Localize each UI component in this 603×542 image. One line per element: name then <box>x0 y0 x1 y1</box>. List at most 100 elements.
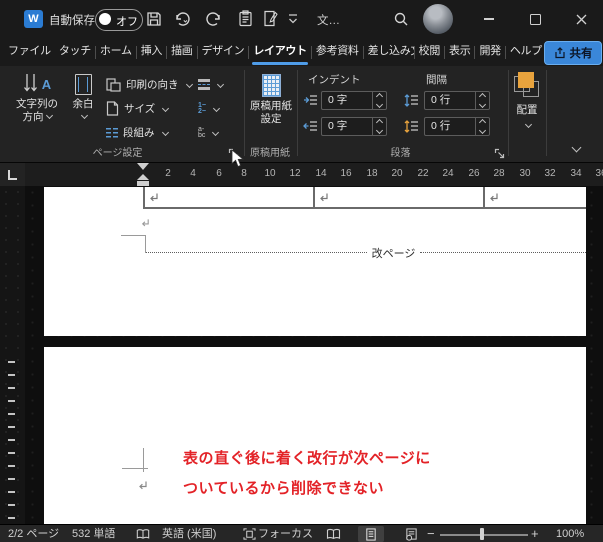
spacing-section-label: 間隔 <box>426 74 447 86</box>
share-button[interactable]: 共有 <box>544 41 602 65</box>
orientation-button[interactable]: 印刷の向き <box>106 74 193 95</box>
tab-touch[interactable]: タッチ <box>55 38 95 66</box>
tab-developer[interactable]: 開発 <box>475 38 504 66</box>
indent-left-spinner[interactable]: 0 字 <box>321 91 387 110</box>
tab-layout[interactable]: レイアウト <box>249 38 311 66</box>
spacing-before-icon <box>404 94 419 112</box>
spinner-steppers[interactable] <box>475 118 489 135</box>
undo-icon <box>176 12 190 26</box>
tab-draw[interactable]: 描画 <box>167 38 196 66</box>
tab-file[interactable]: ファイル <box>4 38 55 66</box>
page-indicator[interactable]: 2/2 ページ <box>8 525 59 542</box>
document-page-1[interactable] <box>44 187 586 336</box>
edit-document-button[interactable] <box>263 10 279 27</box>
autosave-state: オフ <box>116 16 138 28</box>
line-numbers-button[interactable]: 1− 2− <box>198 98 221 119</box>
tab-view[interactable]: 表示 <box>445 38 474 66</box>
text-direction-button[interactable]: A 文字列の 方向 <box>12 70 62 124</box>
maximize-icon <box>529 13 541 25</box>
group-separator <box>508 70 509 156</box>
document-title[interactable]: 文… <box>317 12 340 28</box>
close-icon <box>576 14 586 24</box>
autosave-toggle[interactable]: オフ <box>95 9 143 31</box>
spinner-steppers[interactable] <box>372 118 386 135</box>
ruler-number: 20 <box>391 168 403 179</box>
paragraph-dialog-launcher[interactable] <box>494 146 505 164</box>
tab-home[interactable]: ホーム <box>96 38 136 66</box>
genko-label-line1: 原稿用紙 <box>250 100 292 112</box>
hanging-indent-marker[interactable] <box>137 174 149 180</box>
share-label: 共有 <box>569 48 593 60</box>
paragraph-mark-icon <box>488 190 499 208</box>
close-button[interactable] <box>564 0 598 38</box>
genko-settings-button[interactable]: 原稿用紙 設定 <box>248 70 294 126</box>
collapse-ribbon-button[interactable] <box>570 140 582 158</box>
maximize-button[interactable] <box>518 0 552 38</box>
qat-more-commands-button[interactable] <box>288 13 298 24</box>
group-label-page-setup: ページ設定 <box>92 148 143 159</box>
paragraph-mark-icon <box>140 215 150 233</box>
paragraph-mark-icon <box>148 190 159 208</box>
spacing-after-value: 0 行 <box>431 120 451 132</box>
print-layout-button[interactable] <box>358 526 384 542</box>
spinner-steppers[interactable] <box>475 92 489 109</box>
read-mode-icon <box>326 528 340 540</box>
indent-right-icon <box>303 120 318 138</box>
spacing-before-spinner[interactable]: 0 行 <box>424 91 490 110</box>
first-line-indent-marker[interactable] <box>137 163 149 170</box>
size-button[interactable]: サイズ <box>106 98 170 119</box>
paragraph-mark-icon <box>137 478 148 496</box>
arrange-button[interactable]: 配置 <box>511 72 543 133</box>
tab-review[interactable]: 校閲 <box>415 38 444 66</box>
tab-mailings[interactable]: 差し込み文書 <box>364 38 414 66</box>
clipboard-icon <box>239 10 252 27</box>
table-vertical-border <box>483 187 485 208</box>
search-button[interactable] <box>393 11 409 27</box>
document-canvas: 改ページ 表の直ぐ後に着く改行が次ページに ついているから削除できない <box>0 186 603 542</box>
margins-button[interactable]: 余白 <box>63 70 103 124</box>
word-logo-icon[interactable]: W <box>24 10 43 28</box>
zoom-level[interactable]: 100% <box>556 525 584 542</box>
tab-help[interactable]: ヘルプ <box>506 38 546 66</box>
spacing-before-value: 0 行 <box>431 94 451 106</box>
paragraph-mark-icon <box>318 190 329 208</box>
word-count[interactable]: 532 単語 <box>72 525 115 542</box>
zoom-in-button[interactable]: + <box>531 525 539 542</box>
horizontal-ruler[interactable]: 2 4 6 8 10 12 14 16 18 20 22 24 26 28 30… <box>25 163 603 186</box>
breaks-button[interactable] <box>198 74 225 95</box>
tab-references[interactable]: 参考資料 <box>312 38 363 66</box>
language-indicator[interactable]: 英語 (米国) <box>162 525 216 542</box>
spacing-after-spinner[interactable]: 0 行 <box>424 117 490 136</box>
indent-right-spinner[interactable]: 0 字 <box>321 117 387 136</box>
spinner-steppers[interactable] <box>372 92 386 109</box>
redo-button[interactable] <box>206 11 222 27</box>
orientation-icon <box>106 77 121 92</box>
ribbon-tab-bar: ファイル タッチ ホーム 挿入 描画 デザイン レイアウト 参考資料 差し込み文… <box>0 38 603 66</box>
undo-button[interactable] <box>174 11 194 27</box>
focus-mode-button[interactable]: フォーカス <box>258 525 313 542</box>
left-tab-stop-icon <box>8 170 17 180</box>
proofing-icon[interactable] <box>136 528 150 542</box>
search-icon <box>394 12 408 26</box>
ruler-number: 24 <box>442 168 454 179</box>
minimize-button[interactable] <box>472 0 506 38</box>
group-label-genko: 原稿用紙 <box>250 148 290 159</box>
user-avatar[interactable] <box>423 4 453 34</box>
read-mode-button[interactable] <box>320 526 346 542</box>
left-indent-marker[interactable] <box>137 181 149 186</box>
zoom-slider-thumb[interactable] <box>480 528 484 540</box>
save-button[interactable] <box>146 11 162 27</box>
tab-stop-selector[interactable] <box>0 163 26 187</box>
hyphenation-button[interactable]: a-bc <box>198 122 220 143</box>
zoom-out-button[interactable]: − <box>427 525 435 542</box>
dialog-launcher-icon <box>494 148 505 159</box>
tab-insert[interactable]: 挿入 <box>137 38 166 66</box>
web-layout-button[interactable] <box>398 526 424 542</box>
zoom-slider-track[interactable] <box>440 534 528 536</box>
tab-design[interactable]: デザイン <box>198 38 249 66</box>
ruler-number: 30 <box>519 168 531 179</box>
clipboard-button[interactable] <box>238 10 253 27</box>
indent-left-icon <box>303 94 318 112</box>
columns-button[interactable]: 段組み <box>106 122 169 143</box>
chevron-down-icon <box>212 128 220 137</box>
